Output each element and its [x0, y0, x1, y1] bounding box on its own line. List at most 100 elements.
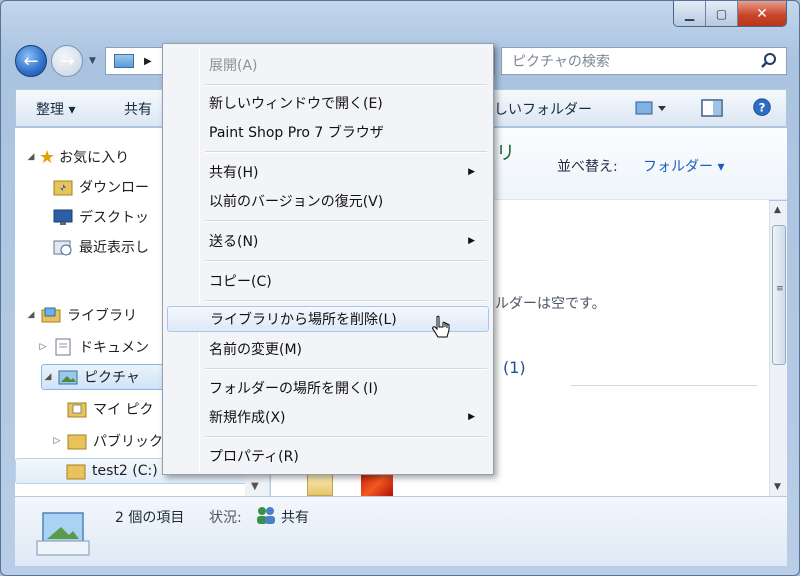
scroll-thumb[interactable]: ≡: [772, 225, 786, 365]
menu-item-restore-previous[interactable]: 以前のバージョンの復元(V): [167, 188, 489, 214]
menu-separator: [205, 300, 487, 302]
menu-item-copy[interactable]: コピー(C): [167, 268, 489, 294]
menu-separator: [205, 151, 487, 153]
context-menu: 展開(A) 新しいウィンドウで開く(E) Paint Shop Pro 7 ブラ…: [162, 43, 494, 475]
recent-pages-dropdown-icon[interactable]: ▼: [89, 56, 96, 66]
tree-item-recent[interactable]: 最近表示し: [49, 234, 149, 260]
collapse-arrow-icon[interactable]: ◢: [25, 310, 37, 320]
tree-item-label: パブリック: [93, 434, 163, 450]
scroll-down-icon[interactable]: ▼: [774, 482, 781, 492]
menu-item-label: 新しいウィンドウで開く(E): [209, 96, 383, 112]
thumbnail-image[interactable]: [307, 472, 333, 496]
arrow-right-icon: →: [59, 50, 75, 72]
tree-item-downloads[interactable]: ダウンロー: [49, 174, 149, 200]
sort-label: 並べ替え:: [557, 159, 618, 175]
tree-item-label: ダウンロー: [79, 180, 149, 196]
menu-item-label: コピー(C): [209, 274, 272, 290]
menu-item-remove-location[interactable]: ライブラリから場所を削除(L): [167, 306, 489, 338]
collapse-arrow-icon[interactable]: ◢: [42, 372, 54, 382]
menu-item-label: 共有(H): [209, 165, 259, 181]
menu-item-open-new-window[interactable]: 新しいウィンドウで開く(E): [167, 90, 489, 116]
libraries-icon: [41, 307, 61, 323]
menu-item-label: プロパティ(R): [209, 449, 299, 465]
thumbnail-image[interactable]: [361, 472, 393, 496]
star-icon: ★: [39, 146, 56, 168]
menu-item-open-folder-location[interactable]: フォルダーの場所を開く(I): [167, 375, 489, 401]
folder-icon: [67, 402, 87, 418]
submenu-arrow-icon: ▶: [468, 412, 475, 422]
explorer-window: ▁ ▢ ✕ ← → ▼ ▶ ピクチャの検索 整理 ▾ 共有 しいフォルダー ?: [0, 0, 800, 576]
recent-places-icon: [53, 240, 72, 256]
menu-item-label: 展開(A): [209, 58, 258, 74]
collapse-arrow-icon[interactable]: ◢: [25, 152, 37, 162]
tree-item-documents[interactable]: ▷ ドキュメン: [37, 334, 149, 360]
menu-item-rename[interactable]: 名前の変更(M): [167, 336, 489, 362]
close-icon[interactable]: ✕: [738, 1, 786, 26]
file-list-scrollbar[interactable]: ▲ ≡ ▼: [769, 201, 787, 496]
preview-pane-icon[interactable]: [700, 98, 724, 118]
new-folder-button[interactable]: しいフォルダー: [494, 99, 592, 119]
minimize-icon[interactable]: ▁: [674, 1, 706, 26]
scroll-up-icon[interactable]: ▲: [774, 205, 781, 215]
state-label: 状況:: [209, 510, 242, 526]
tree-item-libraries[interactable]: ◢ ライブラリ: [25, 302, 137, 328]
item-count: 2 個の項目: [115, 510, 185, 526]
menu-separator: [205, 436, 487, 438]
arrow-left-icon: ←: [23, 50, 39, 72]
scroll-down-icon[interactable]: ▼: [251, 481, 259, 492]
expand-arrow-icon[interactable]: ▷: [37, 342, 49, 352]
menu-item-label: Paint Shop Pro 7 ブラウザ: [209, 125, 384, 141]
tree-item-label: ライブラリ: [67, 308, 137, 324]
sort-dropdown[interactable]: フォルダー ▾: [643, 156, 724, 176]
tree-item-public[interactable]: ▷ パブリック: [51, 428, 163, 454]
menu-item-expand[interactable]: 展開(A): [167, 52, 489, 78]
grip-icon: ≡: [776, 284, 784, 294]
tree-item-label: ピクチャ: [84, 370, 140, 386]
menu-separator: [205, 84, 487, 86]
tree-item-favorites[interactable]: ◢ ★ お気に入り: [25, 144, 130, 170]
organize-button[interactable]: 整理 ▾: [36, 99, 75, 119]
desktop-icon: [53, 209, 73, 225]
menu-item-label: 新規作成(X): [209, 410, 286, 426]
share-button[interactable]: 共有: [124, 99, 152, 119]
state-value: 共有: [281, 510, 309, 526]
library-pictures-icon: [114, 54, 134, 68]
tree-item-my-pictures[interactable]: マイ ピク: [63, 396, 153, 422]
menu-item-paint-shop-pro[interactable]: Paint Shop Pro 7 ブラウザ: [167, 119, 489, 145]
menu-item-share[interactable]: 共有(H) ▶: [167, 159, 489, 185]
tree-item-desktop[interactable]: デスクトッ: [49, 204, 149, 230]
expand-arrow-icon[interactable]: ▷: [51, 436, 63, 446]
tree-item-label: お気に入り: [59, 150, 130, 166]
menu-item-properties[interactable]: プロパティ(R): [167, 443, 489, 469]
menu-item-new[interactable]: 新規作成(X) ▶: [167, 404, 489, 430]
menu-separator: [205, 260, 487, 262]
caption-buttons: ▁ ▢ ✕: [673, 1, 787, 27]
help-icon[interactable]: ?: [750, 98, 774, 118]
tree-item-label: 最近表示し: [79, 240, 149, 256]
change-view-icon[interactable]: [634, 98, 668, 118]
menu-item-label: ライブラリから場所を削除(L): [210, 312, 397, 328]
search-input[interactable]: ピクチャの検索: [501, 47, 787, 75]
documents-library-icon: [55, 338, 71, 356]
submenu-arrow-icon: ▶: [468, 167, 475, 177]
pictures-library-icon: [36, 512, 90, 556]
folder-icon: [66, 464, 86, 480]
downloads-folder-icon: [53, 180, 73, 196]
back-button[interactable]: ←: [15, 45, 47, 77]
pictures-library-icon: [58, 370, 78, 385]
menu-item-label: フォルダーの場所を開く(I): [209, 381, 379, 397]
search-icon[interactable]: [760, 52, 778, 70]
breadcrumb-chevron-icon[interactable]: ▶: [144, 56, 152, 67]
details-pane: 2 個の項目 状況: 共有: [15, 496, 787, 566]
tree-item-label: マイ ピク: [93, 402, 154, 418]
group-divider: [571, 385, 757, 386]
maximize-icon[interactable]: ▢: [706, 1, 738, 26]
menu-separator: [205, 368, 487, 370]
menu-item-send-to[interactable]: 送る(N) ▶: [167, 228, 489, 254]
menu-item-label: 送る(N): [209, 234, 259, 250]
forward-button[interactable]: →: [51, 45, 83, 77]
folder-icon: [67, 434, 87, 450]
menu-item-label: 以前のバージョンの復元(V): [209, 194, 384, 210]
search-placeholder: ピクチャの検索: [512, 54, 610, 70]
menu-separator: [205, 220, 487, 222]
